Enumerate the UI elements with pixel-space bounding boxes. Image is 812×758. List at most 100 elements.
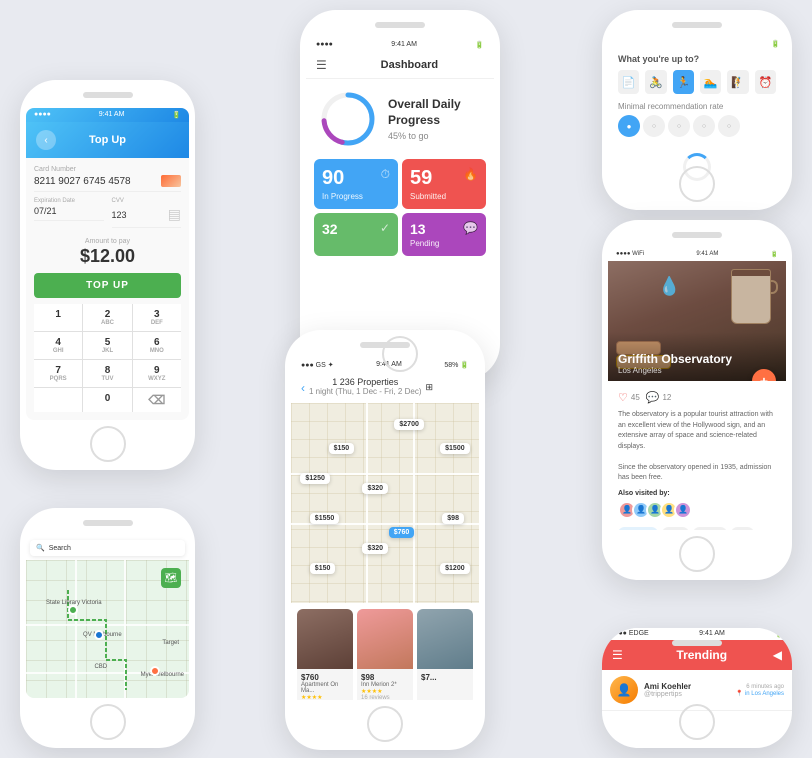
trending-handle: @trippertips xyxy=(644,691,730,698)
listing-3[interactable]: $7... xyxy=(417,609,473,700)
price-150b[interactable]: $150 xyxy=(310,563,336,574)
time-display: 9:41 AM xyxy=(391,41,417,49)
tag-extra[interactable]: ··· xyxy=(731,527,754,531)
rating-4[interactable]: ○ xyxy=(693,115,715,137)
listing-info-3: $7... xyxy=(417,669,473,686)
price-1200[interactable]: $1200 xyxy=(440,563,469,574)
hamburger-icon[interactable]: ☰ xyxy=(316,58,327,72)
listing-1[interactable]: $760 Apartment On Ma... ★★★★ 128 reviews xyxy=(297,609,353,700)
coffee-cup xyxy=(731,269,771,324)
key-9[interactable]: 9WXYZ xyxy=(133,360,181,387)
topup-button[interactable]: TOP UP xyxy=(34,273,181,298)
rating-1[interactable]: ● xyxy=(618,115,640,137)
location-icon: 📍 xyxy=(736,691,743,697)
tile-label-progress: In Progress xyxy=(322,192,390,201)
activity-icon-doc[interactable]: 📄 xyxy=(618,70,639,94)
phone-map: 🔍 Search State Library Victoria QV Melbo… xyxy=(20,508,195,748)
battery-display: 🔋 xyxy=(475,41,484,49)
key-7[interactable]: 7PQRS xyxy=(34,360,82,387)
price-1250[interactable]: $1250 xyxy=(300,473,329,484)
comments-action[interactable]: 💬 12 xyxy=(646,391,672,404)
likes-action[interactable]: ♡ 45 xyxy=(618,391,640,404)
nav-icon[interactable]: 🗺 xyxy=(161,568,181,588)
prop-dates: 1 night (Thu, 1 Dec - Fri, 2 Dec) xyxy=(309,387,421,396)
key-6[interactable]: 6MNO xyxy=(133,332,181,359)
activity-icon-run[interactable]: 🏃 xyxy=(673,70,694,94)
label-target: Target xyxy=(162,640,179,646)
price-320a[interactable]: $320 xyxy=(362,483,388,494)
key-5[interactable]: 5JKL xyxy=(83,332,131,359)
price-150a[interactable]: $150 xyxy=(329,443,355,454)
progress-title: Overall Daily Progress xyxy=(388,97,482,128)
heart-icon: ♡ xyxy=(618,391,628,404)
key-2[interactable]: 2ABC xyxy=(83,304,131,331)
trending-header: ☰ Trending ◀ xyxy=(602,640,792,670)
rating-5[interactable]: ○ xyxy=(718,115,740,137)
time-display: 9:41 AM xyxy=(99,111,125,119)
listing-2[interactable]: $98 Inn Merion 2* ★★★★ 16 reviews xyxy=(357,609,413,700)
trending-avatar: 👤 xyxy=(610,676,638,704)
trending-back-icon[interactable]: ◀ xyxy=(773,648,782,662)
listing-stars-1: ★★★★ xyxy=(301,694,349,700)
card-details-row: Expiration Date 07/21 CVV 123 ▤ xyxy=(34,198,181,234)
rating-2[interactable]: ○ xyxy=(643,115,665,137)
back-button[interactable]: ‹ xyxy=(36,130,56,150)
tile-label-submitted: Submitted xyxy=(410,192,478,201)
filter-icon[interactable]: ⊞ xyxy=(425,382,433,393)
trending-info: Ami Koehler @trippertips xyxy=(644,682,730,698)
tile-done[interactable]: ✓ 32 xyxy=(314,213,398,256)
trending-menu-icon[interactable]: ☰ xyxy=(612,648,623,662)
prop-back-button[interactable]: ‹ xyxy=(301,381,305,395)
price-760-selected[interactable]: $760 xyxy=(389,527,415,538)
prop-road-v2 xyxy=(413,403,415,603)
key-3[interactable]: 3DEF xyxy=(133,304,181,331)
battery-icon: 🔋 xyxy=(172,111,181,119)
rating-3[interactable]: ○ xyxy=(668,115,690,137)
key-1[interactable]: 1 xyxy=(34,304,82,331)
key-4[interactable]: 4GHI xyxy=(34,332,82,359)
key-0[interactable]: 0 xyxy=(83,388,131,412)
tag-city[interactable]: city xyxy=(662,527,689,531)
tile-pending[interactable]: 💬 13 Pending xyxy=(402,213,486,256)
activity-icon-alarm[interactable]: ⏰ xyxy=(755,70,776,94)
activity-icon-bike[interactable]: 🚴 xyxy=(645,70,666,94)
trending-location: 📍 in Los Angeles xyxy=(736,690,784,697)
card-icon xyxy=(161,175,181,187)
phone-properties: ●●● GS ✦ 9:41 AM 58% 🔋 ‹ 1 236 Propertie… xyxy=(285,330,485,750)
amount-value: $12.00 xyxy=(34,246,181,267)
expiry-value: 07/21 xyxy=(34,206,104,221)
activity-header: ●●●● 9:41 AM 🔋 What you're up to? 📄 🚴 🏃 … xyxy=(608,38,786,143)
phone-dashboard: ●●●● 9:41 AM 🔋 ☰ Dashboard Overall Daily… xyxy=(300,10,500,380)
price-98[interactable]: $98 xyxy=(442,513,464,524)
key-delete[interactable]: ⌫ xyxy=(133,388,181,412)
listing-img-1 xyxy=(297,609,353,669)
tile-icon-progress: ⏱ xyxy=(381,167,390,182)
expiry-label: Expiration Date xyxy=(34,198,104,204)
tag-location[interactable]: location xyxy=(618,527,658,531)
key-8[interactable]: 8TUV xyxy=(83,360,131,387)
activity-icon-swim[interactable]: 🏊 xyxy=(700,70,721,94)
listing-row: $760 Apartment On Ma... ★★★★ 128 reviews… xyxy=(297,609,473,700)
tile-label-pending: Pending xyxy=(410,239,478,248)
phone-trending: ●●●● EDGE 9:41 AM 🔋 ☰ Trending ◀ 👤 Ami K… xyxy=(602,628,792,748)
trending-status-bar: ●●●● EDGE 9:41 AM 🔋 xyxy=(602,628,792,640)
dashboard-tiles: ⏱ 90 In Progress 🔥 59 Submitted 💬 13 Pen… xyxy=(306,159,494,262)
prop-map: $2700 $150 $1500 $1250 $320 $1550 $98 $3… xyxy=(291,403,479,603)
tile-submitted[interactable]: 🔥 59 Submitted xyxy=(402,159,486,209)
signal-display: ●●●● xyxy=(316,41,333,49)
label-myer: Myer Melbourne xyxy=(141,672,184,678)
price-1550[interactable]: $1550 xyxy=(310,513,339,524)
cup-top xyxy=(732,270,770,276)
tag-zurich[interactable]: zurich xyxy=(693,527,728,531)
topup-header: ‹ Top Up xyxy=(26,122,189,158)
signal-icon: ●●●● xyxy=(34,111,51,119)
activity-icon-climb[interactable]: 🧗 xyxy=(727,70,748,94)
tile-in-progress[interactable]: ⏱ 90 In Progress xyxy=(314,159,398,209)
brand-logo: 💧 xyxy=(658,276,680,297)
listing-name-1: Apartment On Ma... xyxy=(301,682,349,694)
price-320b[interactable]: $320 xyxy=(362,543,388,554)
price-2700[interactable]: $2700 xyxy=(394,419,423,430)
price-1500[interactable]: $1500 xyxy=(440,443,469,454)
prop-count: 1 236 Properties xyxy=(309,377,421,387)
card-number-label: Card Number xyxy=(34,166,181,173)
